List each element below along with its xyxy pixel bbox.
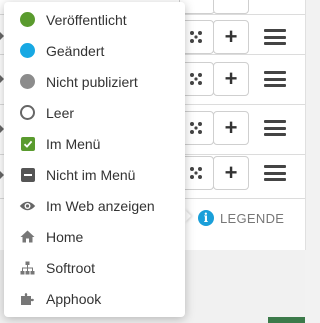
checkbox-checked-icon [19,135,36,152]
accent-strip [268,317,305,323]
legend-label: LEGENDE [220,210,285,226]
structure-icon [190,73,202,85]
add-page-button[interactable]: + [213,20,249,54]
legend-item-label: Geändert [46,42,105,59]
legend-item-published: Veröffentlicht [4,4,185,35]
popover-arrow [184,209,191,223]
legend-item-empty: Leer [4,97,185,128]
legend-item-label: Im Menü [46,135,101,152]
legend-item-view-on-web: Im Web anzeigen [4,190,185,221]
legend-popover: Veröffentlicht Geändert Nicht publiziert… [4,2,185,317]
legend-item-home: Home [4,221,185,252]
unpublished-dot-icon [19,73,36,90]
info-icon: i [198,210,214,226]
sitemap-icon [19,259,36,276]
structure-icon [190,122,202,134]
structure-icon [190,31,202,43]
add-page-button[interactable]: + [213,62,249,96]
legend-item-label: Im Web anzeigen [46,197,155,214]
eye-icon [19,197,36,214]
legend-item-softroot: Softroot [4,252,185,283]
add-page-button[interactable]: + [213,156,249,190]
legend-item-label: Nicht publiziert [46,73,138,90]
checkbox-minus-icon [19,166,36,183]
legend-item-not-in-menu: Nicht im Menü [4,159,185,190]
legend-item-apphook: Apphook [4,283,185,314]
legend-item-label: Leer [46,104,75,121]
add-page-button[interactable]: + [213,111,249,145]
published-dot-icon [19,11,36,28]
empty-circle-icon [19,104,36,121]
legend-item-label: Apphook [46,290,102,307]
add-button[interactable] [213,0,249,14]
hamburger-icon[interactable] [264,120,286,136]
legend-item-label: Softroot [46,259,96,276]
legend-item-label: Home [46,228,84,245]
puzzle-icon [19,290,36,307]
legend-item-in-menu: Im Menü [4,128,185,159]
structure-icon [190,167,202,179]
legend-item-label: Veröffentlicht [46,11,127,28]
legend-item-label: Nicht im Menü [46,166,136,183]
hamburger-icon[interactable] [264,71,286,87]
legend-toggle-button[interactable]: i LEGENDE [190,200,313,236]
home-icon [19,228,36,245]
hamburger-icon[interactable] [264,29,286,45]
hamburger-icon[interactable] [264,165,286,181]
changed-dot-icon [19,42,36,59]
legend-item-unpublished: Nicht publiziert [4,66,185,97]
legend-item-changed: Geändert [4,35,185,66]
